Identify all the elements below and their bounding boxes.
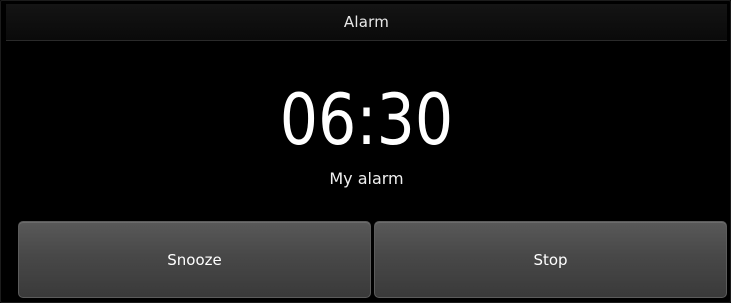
dialog-title: Alarm	[343, 13, 390, 31]
title-bar: Alarm	[6, 4, 727, 41]
alarm-label: My alarm	[329, 169, 404, 188]
alarm-time: 06:30	[279, 79, 454, 161]
stop-button[interactable]: Stop	[374, 221, 727, 298]
snooze-button[interactable]: Snooze	[18, 221, 371, 298]
alarm-dialog: Alarm 06:30 My alarm Snooze Stop	[0, 0, 731, 303]
snooze-button-label: Snooze	[167, 250, 222, 269]
stop-button-label: Stop	[533, 250, 568, 269]
